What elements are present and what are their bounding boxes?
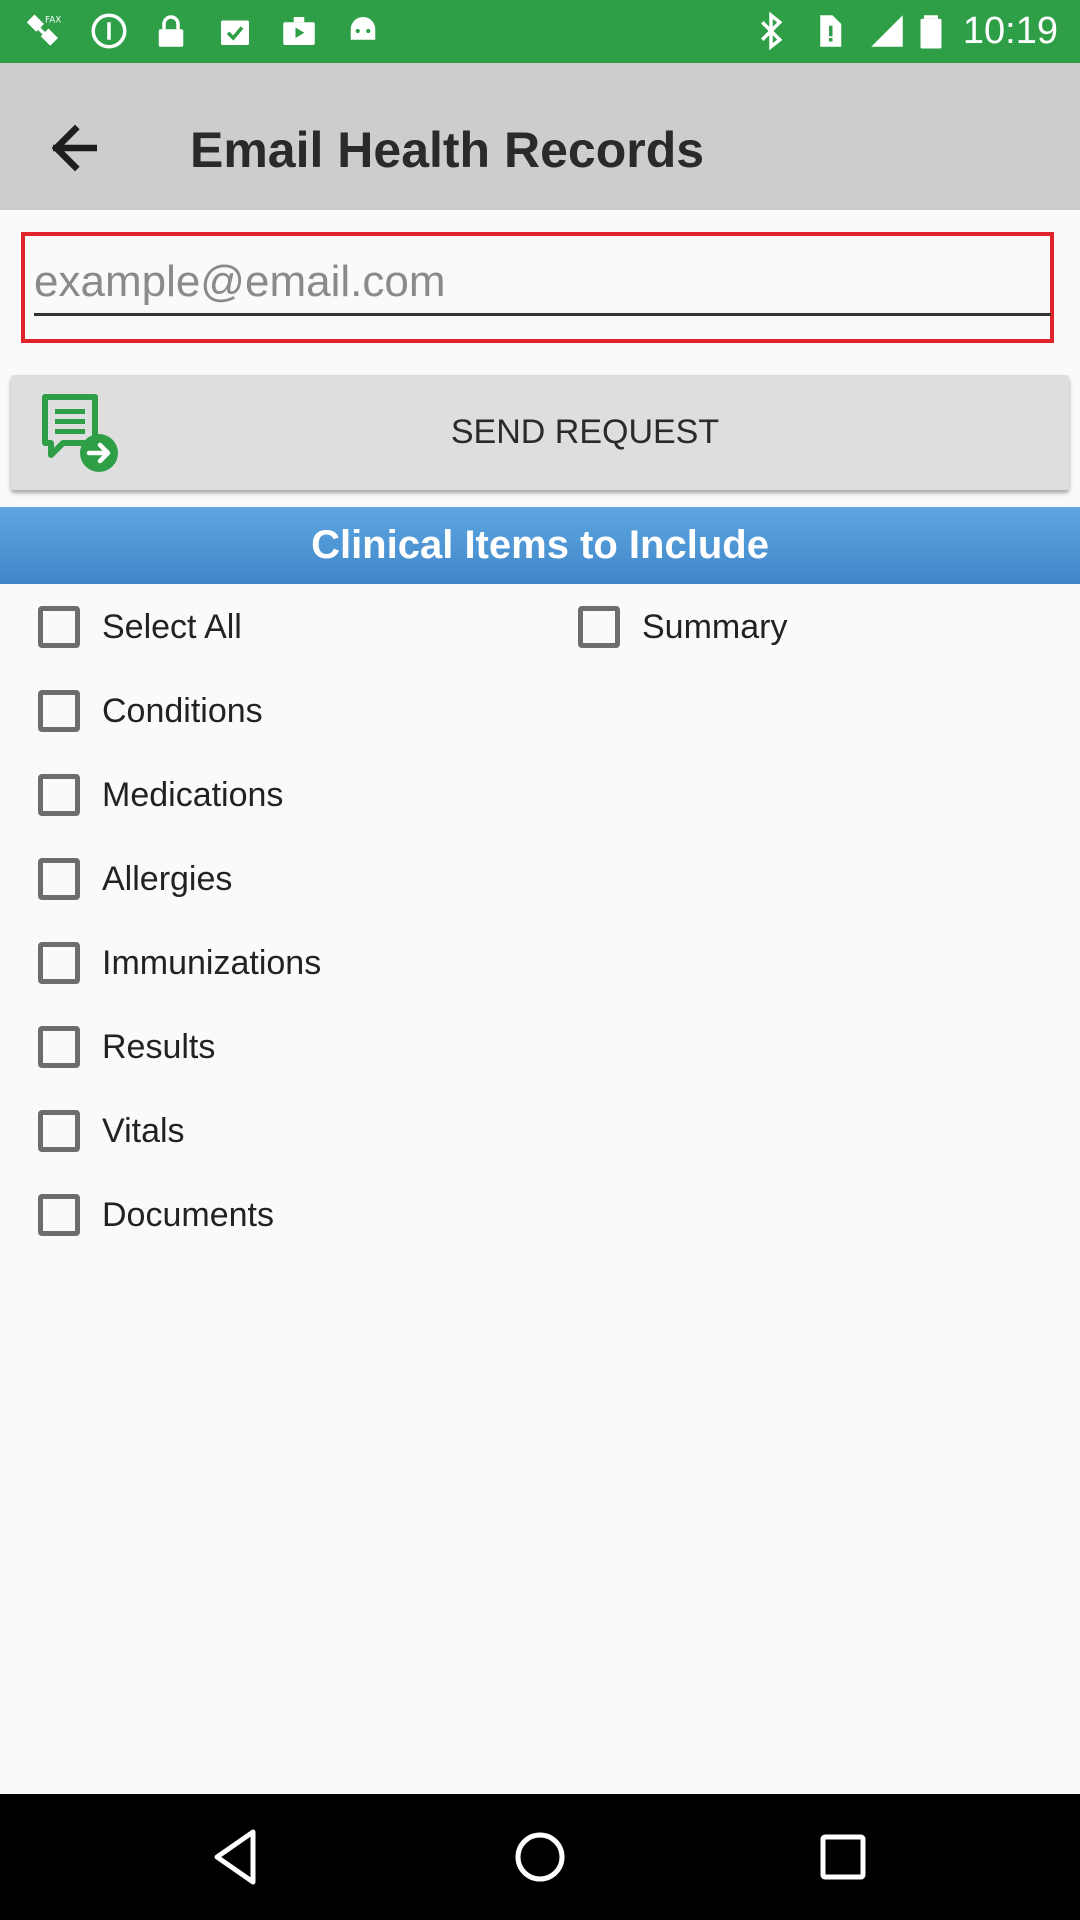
checkbox-documents[interactable]: Documents — [38, 1173, 274, 1257]
battery-icon — [920, 15, 942, 49]
checkbox-results[interactable]: Results — [38, 1005, 215, 1089]
checkbox-vitals[interactable]: Vitals — [38, 1089, 185, 1173]
checkbox-immunizations[interactable]: Immunizations — [38, 921, 321, 1005]
clinical-items-header: Clinical Items to Include — [0, 507, 1080, 584]
page-title: Email Health Records — [190, 122, 705, 178]
recents-square-icon[interactable] — [808, 1822, 878, 1892]
fax-satellite-icon: FAX — [26, 14, 61, 46]
signal-icon — [871, 15, 903, 47]
briefcase-play-icon — [283, 17, 315, 45]
home-circle-icon[interactable] — [505, 1822, 575, 1892]
checkbox-box[interactable] — [38, 690, 80, 732]
checkbox-allergies[interactable]: Allergies — [38, 837, 232, 921]
checkbox-box[interactable] — [38, 1110, 80, 1152]
svg-text:FAX: FAX — [45, 15, 61, 25]
back-triangle-icon[interactable] — [201, 1822, 271, 1892]
checkbox-box[interactable] — [38, 774, 80, 816]
android-icon — [350, 17, 376, 40]
email-input[interactable] — [34, 254, 1051, 316]
checkbox-label: Conditions — [102, 691, 263, 730]
lock-icon — [158, 15, 184, 47]
status-time: 10:19 — [962, 10, 1058, 52]
clipboard-check-icon — [221, 20, 249, 45]
send-request-button[interactable]: SEND REQUEST — [11, 375, 1069, 490]
checkbox-box[interactable] — [38, 606, 80, 648]
checkbox-box[interactable] — [38, 1194, 80, 1236]
alert-circle-icon — [91, 13, 127, 49]
checkbox-label: Medications — [102, 775, 284, 814]
status-bar: FAX 10:19 — [0, 0, 1080, 63]
navigation-bar — [0, 1794, 1080, 1920]
checkbox-box[interactable] — [38, 1026, 80, 1068]
checkbox-box[interactable] — [38, 858, 80, 900]
checkbox-medications[interactable]: Medications — [38, 753, 283, 837]
app-bar: Email Health Records — [0, 63, 1080, 210]
checkbox-label: Allergies — [102, 859, 233, 898]
bluetooth-icon — [761, 11, 783, 51]
checkbox-label: Immunizations — [102, 943, 322, 982]
checkbox-label: Documents — [102, 1195, 274, 1234]
checkbox-label: Select All — [102, 607, 242, 646]
no-sim-icon — [820, 15, 842, 47]
checkbox-conditions[interactable]: Conditions — [38, 669, 263, 753]
checkbox-box[interactable] — [38, 942, 80, 984]
checkbox-label: Summary — [642, 607, 788, 646]
checkbox-box[interactable] — [578, 606, 620, 648]
send-request-label: SEND REQUEST — [450, 413, 720, 451]
checkbox-summary[interactable]: Summary — [578, 585, 787, 669]
arrow-back-icon[interactable] — [30, 103, 120, 193]
checkbox-select-all[interactable]: Select All — [38, 585, 242, 669]
email-field-container — [21, 232, 1054, 343]
checkbox-label: Vitals — [102, 1111, 185, 1150]
checkbox-label: Results — [102, 1027, 216, 1066]
